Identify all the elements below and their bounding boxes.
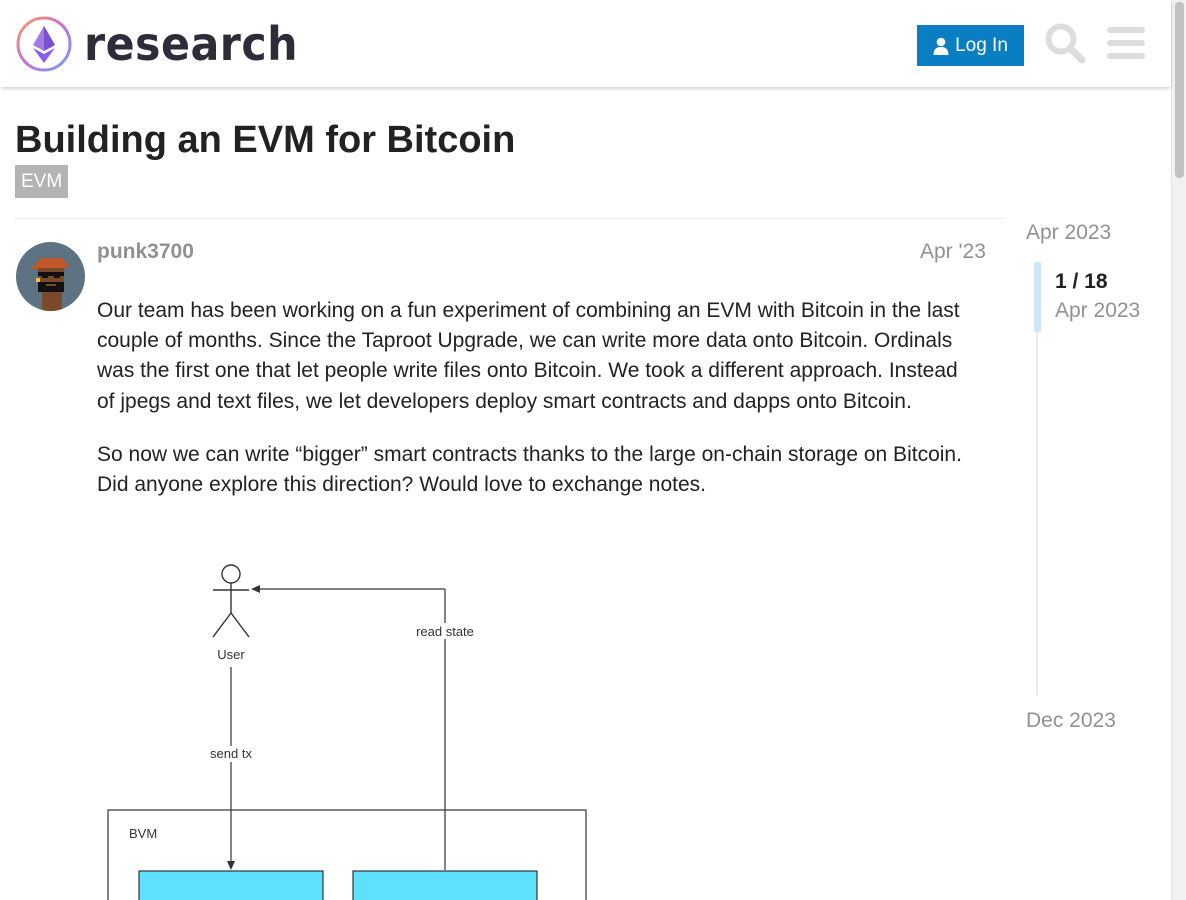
page-scrollbar[interactable] [1171,0,1186,900]
post-content: Our team has been working on a fun exper… [97,296,977,523]
user-icon [933,37,949,55]
scrollbar-thumb[interactable] [1175,2,1184,178]
user-actor-icon [212,564,250,638]
site-logo[interactable]: research [16,16,314,72]
read-arrowhead [251,585,260,593]
send-arrowhead [227,861,235,870]
bvm-block-left [138,870,324,900]
timeline-end-date[interactable]: Dec 2023 [1026,709,1116,733]
diagram-bvm-label: BVM [129,826,157,841]
login-button[interactable]: Log In [917,25,1024,66]
login-label: Log In [955,34,1008,56]
hamburger-menu-icon[interactable] [1107,26,1145,60]
timeline-post-position: 1 / 18 [1055,270,1108,293]
avatar[interactable] [16,242,85,311]
timeline-start-date[interactable]: Apr 2023 [1026,221,1111,245]
title-divider [15,218,1004,219]
site-name: research [84,17,299,71]
search-icon[interactable] [1044,22,1086,64]
post-date[interactable]: Apr '23 [920,240,986,264]
post-paragraph: Our team has been working on a fun exper… [97,299,960,413]
diagram-send-label: send tx [210,746,252,761]
ethereum-research-logo-icon [16,16,72,72]
site-header: research Log In [0,0,1171,87]
pixel-punk-avatar-icon [16,242,85,311]
bvm-block-right [352,870,538,900]
post-paragraph: So now we can write “bigger” smart contr… [97,442,962,497]
timeline-position-date: Apr 2023 [1055,299,1141,322]
topic-title[interactable]: Building an EVM for Bitcoin [15,119,515,162]
bvm-architecture-diagram[interactable]: User read state send tx BVM [97,555,617,900]
timeline-scroll-handle[interactable] [1034,262,1041,332]
category-badge[interactable]: EVM [15,165,69,198]
diagram-user-label: User [217,647,245,662]
diagram-read-label: read state [416,624,474,639]
post-username[interactable]: punk3700 [97,240,194,264]
